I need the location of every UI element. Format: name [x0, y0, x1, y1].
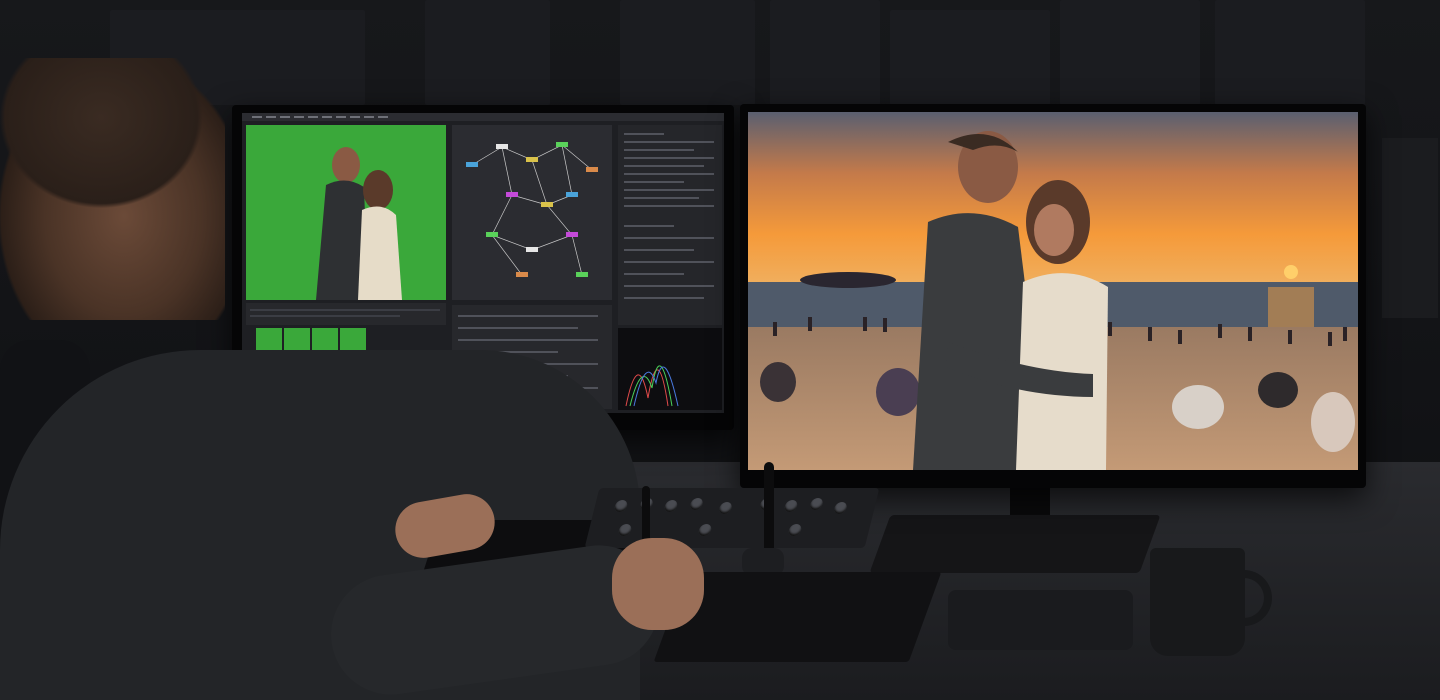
final-composite-screen [748, 112, 1358, 470]
graph-node[interactable] [496, 144, 508, 149]
wall-panel [1215, 0, 1365, 105]
node-graph-panel [452, 125, 612, 300]
graph-node[interactable] [541, 202, 553, 207]
beach-sunset-composite [748, 112, 1358, 470]
studio-speaker [1382, 138, 1438, 318]
clip-thumbnail[interactable] [256, 328, 282, 350]
joystick[interactable] [764, 462, 774, 557]
island [800, 272, 896, 288]
person-hair [0, 58, 225, 228]
editing-suite-scene [0, 0, 1440, 700]
graph-node[interactable] [586, 167, 598, 172]
clip-thumbnail[interactable] [284, 328, 310, 350]
graph-node[interactable] [576, 272, 588, 277]
properties-panel [618, 125, 722, 325]
graph-node[interactable] [526, 247, 538, 252]
wall-panel [890, 10, 1050, 105]
graph-node[interactable] [556, 142, 568, 147]
graph-node[interactable] [486, 232, 498, 237]
right-monitor-base [869, 515, 1161, 573]
clip-thumbnails [256, 328, 366, 350]
usb-hub [948, 590, 1133, 650]
graph-node[interactable] [466, 162, 478, 167]
clip-thumbnail[interactable] [340, 328, 366, 350]
color-grading-panel[interactable] [584, 488, 880, 548]
wall-panel [770, 0, 880, 105]
clip-thumbnail[interactable] [312, 328, 338, 350]
app-menubar [242, 113, 724, 121]
viewer-panel [246, 125, 446, 300]
wall-panel [425, 0, 550, 105]
graph-node[interactable] [566, 192, 578, 197]
graph-node[interactable] [516, 272, 528, 277]
graph-node[interactable] [526, 157, 538, 162]
wall-panel [620, 0, 755, 105]
wall-panel [1060, 0, 1200, 105]
joystick[interactable] [642, 486, 650, 542]
timeline-panel[interactable] [246, 303, 446, 325]
sun [1284, 265, 1298, 279]
person-right-hand [612, 538, 704, 630]
right-monitor [740, 104, 1366, 488]
graph-node[interactable] [566, 232, 578, 237]
greenscreen-couple-image [246, 125, 446, 300]
graph-node[interactable] [506, 192, 518, 197]
waveform-scope [618, 328, 722, 410]
coffee-mug [1150, 548, 1245, 656]
